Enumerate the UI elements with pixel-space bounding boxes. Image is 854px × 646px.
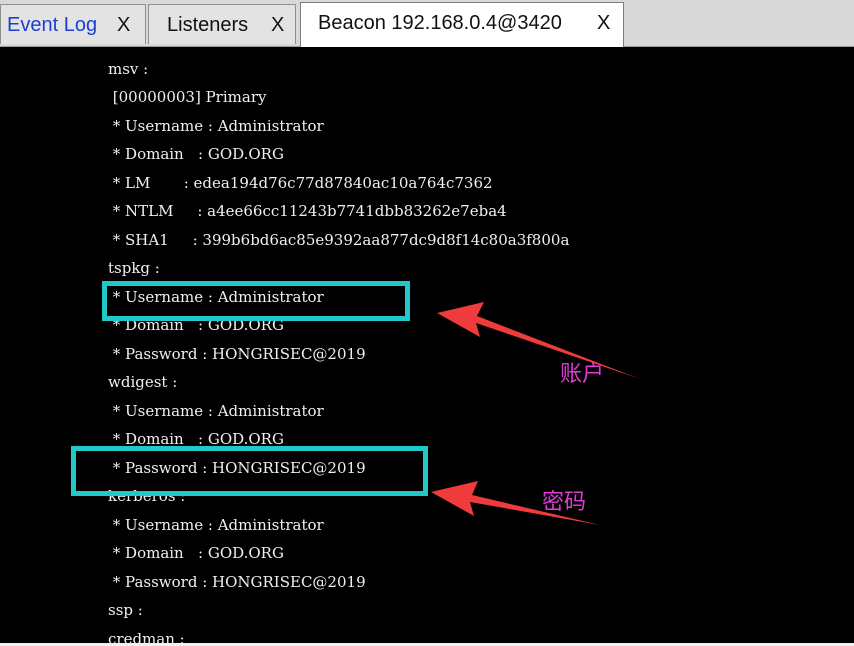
console-line: * Domain : GOD.ORG [108, 145, 284, 163]
password-annotation-label: 密码 [542, 490, 587, 515]
tab-beacon-close-button[interactable]: X [597, 3, 610, 43]
tab-bar: Event Log X Listeners X Beacon 192.168.0… [0, 0, 854, 47]
console-line: * Username : Administrator [108, 117, 324, 135]
console-line: * SHA1 : 399b6bd6ac85e9392aa877dc9d8f14c… [108, 231, 570, 249]
username-highlight-box [102, 281, 410, 321]
cobalt-strike-window: Event Log X Listeners X Beacon 192.168.0… [0, 0, 854, 646]
console-line: [00000003] Primary [108, 88, 267, 106]
console-line: credman : [108, 630, 185, 643]
beacon-console-output[interactable]: msv : [00000003] Primary * Username : Ad… [0, 47, 854, 643]
tab-listeners-close-button[interactable]: X [271, 5, 284, 45]
tab-event-log-label: Event Log [7, 14, 98, 36]
console-line: * NTLM : a4ee66cc11243b7741dbb83262e7eba… [108, 202, 507, 220]
console-line: tspkg : [108, 259, 160, 277]
console-line: * LM : edea194d76c77d87840ac10a764c7362 [108, 174, 493, 192]
password-highlight-box [71, 446, 428, 496]
tab-beacon[interactable]: Beacon 192.168.0.4@3420 X [300, 2, 624, 47]
console-line: * Username : Administrator [108, 402, 324, 420]
tab-listeners[interactable]: Listeners X [148, 4, 296, 44]
tab-beacon-label: Beacon 192.168.0.4@3420 [318, 12, 562, 34]
account-annotation-label: 账户 [560, 362, 605, 387]
console-line: * Password : HONGRISEC@2019 [108, 573, 366, 591]
console-line: ssp : [108, 601, 143, 619]
console-line: * Domain : GOD.ORG [108, 544, 284, 562]
console-line: msv : [108, 60, 149, 78]
console-line: * Username : Administrator [108, 516, 324, 534]
tab-listeners-label: Listeners [167, 14, 249, 36]
console-line: * Password : HONGRISEC@2019 [108, 345, 366, 363]
tab-event-log[interactable]: Event Log X [0, 4, 146, 44]
console-line: wdigest : [108, 373, 178, 391]
tab-event-log-close-button[interactable]: X [117, 5, 130, 45]
